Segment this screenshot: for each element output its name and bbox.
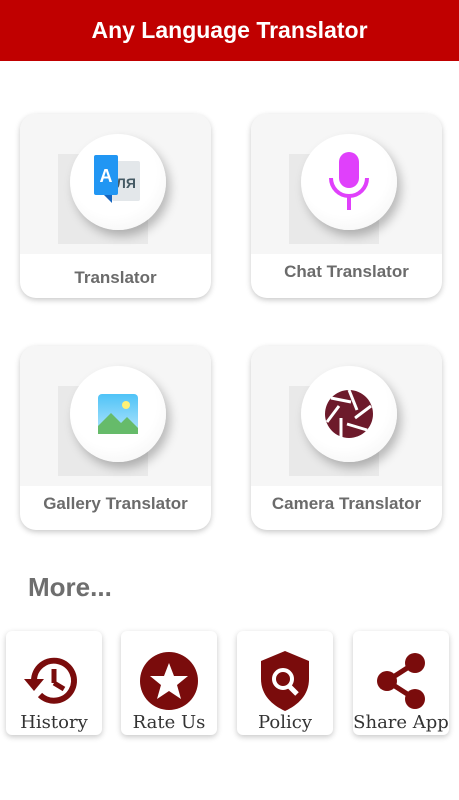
app-bar: Any Language Translator — [0, 0, 459, 61]
history-label: History — [20, 712, 88, 733]
translator-card[interactable]: ЛЯ A Translator — [20, 114, 211, 298]
rate-us-label: Rate Us — [132, 712, 206, 733]
card-icon-circle: ЛЯ A — [70, 134, 166, 230]
app-title: Any Language Translator — [91, 17, 368, 43]
policy-label: Policy — [258, 712, 312, 733]
image-icon — [98, 394, 138, 434]
gallery-translator-card[interactable]: Gallery Translator — [20, 346, 211, 530]
translate-icon-cyrillic: ЛЯ — [116, 175, 136, 191]
card-icon-circle — [70, 366, 166, 462]
camera-translator-card[interactable]: Camera Translator — [251, 346, 442, 530]
chat-translator-card[interactable]: Chat Translator — [251, 114, 442, 298]
share-app-label: Share App — [353, 712, 449, 733]
share-icon — [371, 651, 431, 711]
translate-icon: ЛЯ A — [94, 155, 140, 203]
translate-icon-latin: A — [100, 166, 113, 186]
more-heading: More... — [28, 572, 112, 602]
camera-aperture-icon — [325, 389, 373, 438]
camera-translator-label: Camera Translator — [271, 494, 422, 513]
policy-button[interactable]: Policy — [237, 631, 333, 735]
chat-translator-label: Chat Translator — [284, 262, 409, 281]
microphone-icon — [329, 152, 369, 210]
gallery-translator-label: Gallery Translator — [43, 494, 188, 513]
rate-us-button[interactable]: Rate Us — [121, 631, 217, 735]
history-button[interactable]: History — [6, 631, 102, 735]
share-app-button[interactable]: Share App — [353, 631, 449, 735]
translator-label: Translator — [74, 268, 157, 287]
star-icon — [139, 651, 199, 711]
card-icon-circle — [301, 366, 397, 462]
history-icon — [24, 651, 84, 711]
card-icon-circle — [301, 134, 397, 230]
shield-search-icon — [255, 651, 315, 711]
